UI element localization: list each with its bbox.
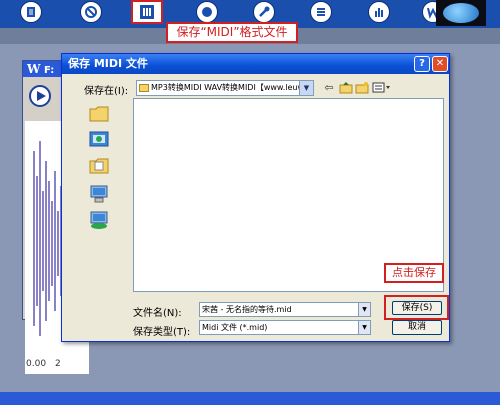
help-button[interactable]: ? [414,56,430,72]
dialog-title: 保存 MIDI 文件 [62,54,449,74]
background-title-rest: F: [43,65,55,76]
file-name-label: 文件名(N): [133,308,182,319]
view-menu-icon[interactable] [372,81,392,94]
up-folder-icon[interactable] [339,81,353,94]
record-icon[interactable] [196,1,218,23]
save-in-label: 保存在(I): [84,86,129,97]
save-midi-dialog: 保存 MIDI 文件 ? ✕ 保存在(I): MP3转换MIDI WAV转换MI… [61,53,450,342]
my-computer-icon[interactable] [88,184,110,204]
close-button[interactable]: ✕ [432,56,448,72]
network-places-icon[interactable] [88,210,110,230]
chevron-down-icon[interactable]: ▼ [358,303,370,316]
file-type-value: Midi 文件 (*.mid) [202,323,268,332]
file-name-field[interactable]: 宋茜 - 无名指的等待.mid ▼ [199,302,371,317]
save-in-select[interactable]: MP3转换MIDI WAV转换MIDI【www.leuwo.c ▼ [136,80,314,96]
bottom-status-strip [0,392,500,405]
save-button[interactable]: 保存(S) [392,301,442,315]
save-in-value: MP3转换MIDI WAV转换MIDI【www.leuwo.c [151,83,314,92]
new-folder-icon[interactable] [355,81,369,94]
chevron-down-icon[interactable]: ▼ [299,81,313,95]
recent-folder-icon[interactable] [88,104,110,124]
save-midi-toolbar-button[interactable] [131,0,163,24]
time-ruler: 0.00 2 [25,356,89,374]
document-icon[interactable] [20,1,42,23]
save-midi-callout: 保存“MIDI”格式文件 [166,22,298,43]
play-icon[interactable] [29,85,51,107]
my-documents-icon[interactable] [88,156,110,176]
places-bar [82,100,126,300]
ruler-label-next: 2 [55,359,61,369]
ruler-label-start: 0.00 [26,359,47,369]
equalizer-icon[interactable] [368,1,390,23]
no-music-icon[interactable] [80,1,102,23]
file-type-label: 保存类型(T): [133,327,191,338]
file-type-select[interactable]: Midi 文件 (*.mid) ▼ [199,320,371,335]
file-name-value: 宋茜 - 无名指的等待.mid [202,305,292,314]
app-logo [436,0,486,26]
cancel-button[interactable]: 取消 [392,320,442,335]
list-icon[interactable] [310,1,332,23]
desktop-icon[interactable] [88,130,110,150]
click-save-callout: 点击保存 [384,263,444,283]
back-arrow-icon[interactable]: ⇦ [322,81,336,94]
background-title-prefix: W [27,62,41,76]
chevron-down-icon[interactable]: ▼ [358,321,370,334]
wrench-icon[interactable] [253,1,275,23]
folder-icon [139,84,149,92]
